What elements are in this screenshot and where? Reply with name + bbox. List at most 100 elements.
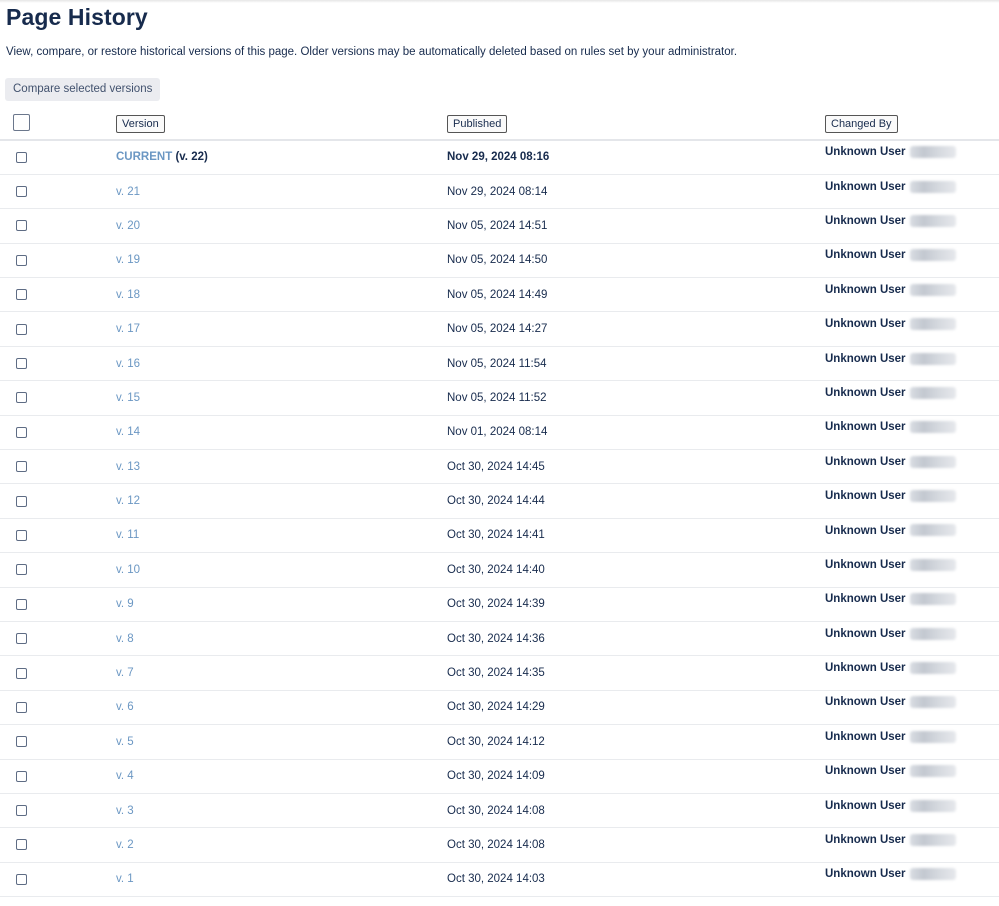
row-checkbox[interactable] [16, 736, 27, 748]
published-date: Nov 05, 2024 14:50 [447, 254, 548, 267]
redacted-username [909, 627, 956, 640]
redacted-username [909, 386, 956, 399]
version-link[interactable]: v. 6 [116, 701, 134, 713]
published-cell: Oct 30, 2024 14:45 [444, 450, 822, 484]
row-checkbox[interactable] [16, 564, 27, 576]
row-checkbox[interactable] [16, 254, 27, 266]
version-cell: v. 16 [113, 346, 444, 380]
row-checkbox[interactable] [16, 667, 27, 679]
version-link[interactable]: v. 4 [116, 770, 134, 782]
version-link[interactable]: v. 2 [116, 839, 134, 851]
version-cell: v. 9 [113, 587, 444, 621]
changed-by-user: Unknown User [825, 833, 956, 846]
published-date: Nov 29, 2024 08:14 [447, 185, 548, 198]
sort-by-changed-by-button[interactable]: Changed By [825, 115, 898, 133]
compare-selected-versions-button[interactable]: Compare selected versions [5, 78, 161, 101]
version-cell: v. 6 [113, 690, 444, 724]
version-cell: v. 18 [113, 278, 444, 312]
select-all-checkbox[interactable] [13, 113, 30, 131]
version-link[interactable]: v. 19 [116, 254, 140, 266]
table-row: v. 12 Oct 30, 2024 14:44 Unknown User [0, 484, 999, 519]
row-checkbox[interactable] [16, 701, 27, 713]
version-link[interactable]: v. 17 [116, 323, 140, 335]
changed-by-cell: Unknown User [822, 140, 999, 174]
version-link[interactable]: v. 16 [116, 358, 140, 370]
select-cell [0, 587, 113, 621]
current-version-link[interactable]: CURRENT [116, 151, 172, 163]
published-date: Oct 30, 2024 14:39 [447, 598, 545, 611]
row-checkbox[interactable] [16, 598, 27, 610]
sort-by-published-button[interactable]: Published [447, 115, 508, 133]
changed-by-name: Unknown User [825, 627, 906, 640]
changed-by-name: Unknown User [825, 593, 906, 606]
row-checkbox[interactable] [16, 495, 27, 507]
select-cell [0, 518, 113, 552]
table-row: v. 9 Oct 30, 2024 14:39 Unknown User [0, 587, 999, 622]
version-link[interactable]: v. 7 [116, 667, 134, 679]
published-date: Oct 30, 2024 14:40 [447, 563, 545, 576]
changed-by-user: Unknown User [825, 799, 956, 812]
row-checkbox[interactable] [16, 358, 27, 369]
published-cell: Nov 05, 2024 11:54 [444, 346, 822, 380]
published-cell: Nov 29, 2024 08:16 [444, 140, 822, 174]
changed-by-cell: Unknown User [822, 793, 999, 827]
version-link[interactable]: v. 20 [116, 220, 140, 232]
redacted-username [909, 524, 956, 537]
version-link[interactable]: v. 9 [116, 598, 134, 610]
row-checkbox[interactable] [16, 426, 27, 438]
history-table-body: CURRENT (v. 22) Nov 29, 2024 08:16 Unkno… [0, 140, 999, 897]
published-cell: Nov 05, 2024 14:51 [444, 209, 822, 243]
version-link[interactable]: v. 14 [116, 426, 140, 438]
row-checkbox[interactable] [16, 186, 27, 198]
table-row: v. 14 Nov 01, 2024 08:14 Unknown User [0, 415, 999, 450]
changed-by-name: Unknown User [825, 421, 906, 434]
row-checkbox[interactable] [16, 805, 27, 817]
changed-by-name: Unknown User [825, 765, 906, 778]
published-cell: Oct 30, 2024 14:12 [444, 725, 822, 759]
version-link[interactable]: v. 11 [116, 529, 139, 541]
version-link[interactable]: v. 5 [116, 736, 134, 748]
version-link[interactable]: v. 12 [116, 495, 140, 507]
row-checkbox[interactable] [16, 633, 27, 645]
version-link[interactable]: v. 15 [116, 392, 140, 404]
changed-by-user: Unknown User [825, 696, 956, 708]
row-checkbox[interactable] [16, 461, 27, 473]
version-link[interactable]: v. 3 [116, 805, 134, 817]
row-checkbox[interactable] [16, 151, 27, 163]
row-checkbox[interactable] [16, 392, 27, 404]
row-checkbox[interactable] [16, 323, 27, 335]
redacted-username [909, 662, 956, 675]
row-checkbox[interactable] [16, 220, 27, 232]
version-link[interactable]: v. 10 [116, 564, 140, 576]
history-table: Version Published Changed By CURRENT (v.… [0, 108, 999, 897]
version-link[interactable]: v. 21 [116, 186, 140, 198]
select-cell [0, 759, 113, 793]
changed-by-user: Unknown User [825, 249, 956, 261]
version-link[interactable]: v. 18 [116, 289, 140, 301]
header-changed-by-cell: Changed By [822, 108, 999, 141]
published-cell: Oct 30, 2024 14:35 [444, 656, 822, 690]
sort-by-version-button[interactable]: Version [116, 115, 165, 133]
row-checkbox[interactable] [16, 529, 27, 541]
row-checkbox[interactable] [16, 770, 27, 782]
published-cell: Nov 05, 2024 14:49 [444, 278, 822, 312]
row-checkbox[interactable] [16, 839, 27, 851]
version-link[interactable]: v. 8 [116, 633, 134, 645]
changed-by-cell: Unknown User [822, 484, 999, 518]
changed-by-name: Unknown User [825, 214, 906, 227]
version-link[interactable]: v. 13 [116, 461, 140, 473]
table-row: v. 6 Oct 30, 2024 14:29 Unknown User [0, 690, 999, 725]
page-title: Page History [6, 4, 148, 30]
redacted-username [909, 318, 956, 331]
changed-by-user: Unknown User [825, 868, 956, 880]
redacted-username [909, 146, 956, 159]
select-cell [0, 793, 113, 827]
redacted-username [909, 799, 956, 812]
row-checkbox[interactable] [16, 289, 27, 301]
table-row: v. 5 Oct 30, 2024 14:12 Unknown User [0, 725, 999, 760]
select-cell [0, 381, 113, 415]
version-link[interactable]: v. 1 [116, 873, 134, 885]
header-version-cell: Version [113, 108, 444, 141]
row-checkbox[interactable] [16, 873, 27, 885]
published-date: Oct 30, 2024 14:36 [447, 632, 545, 645]
